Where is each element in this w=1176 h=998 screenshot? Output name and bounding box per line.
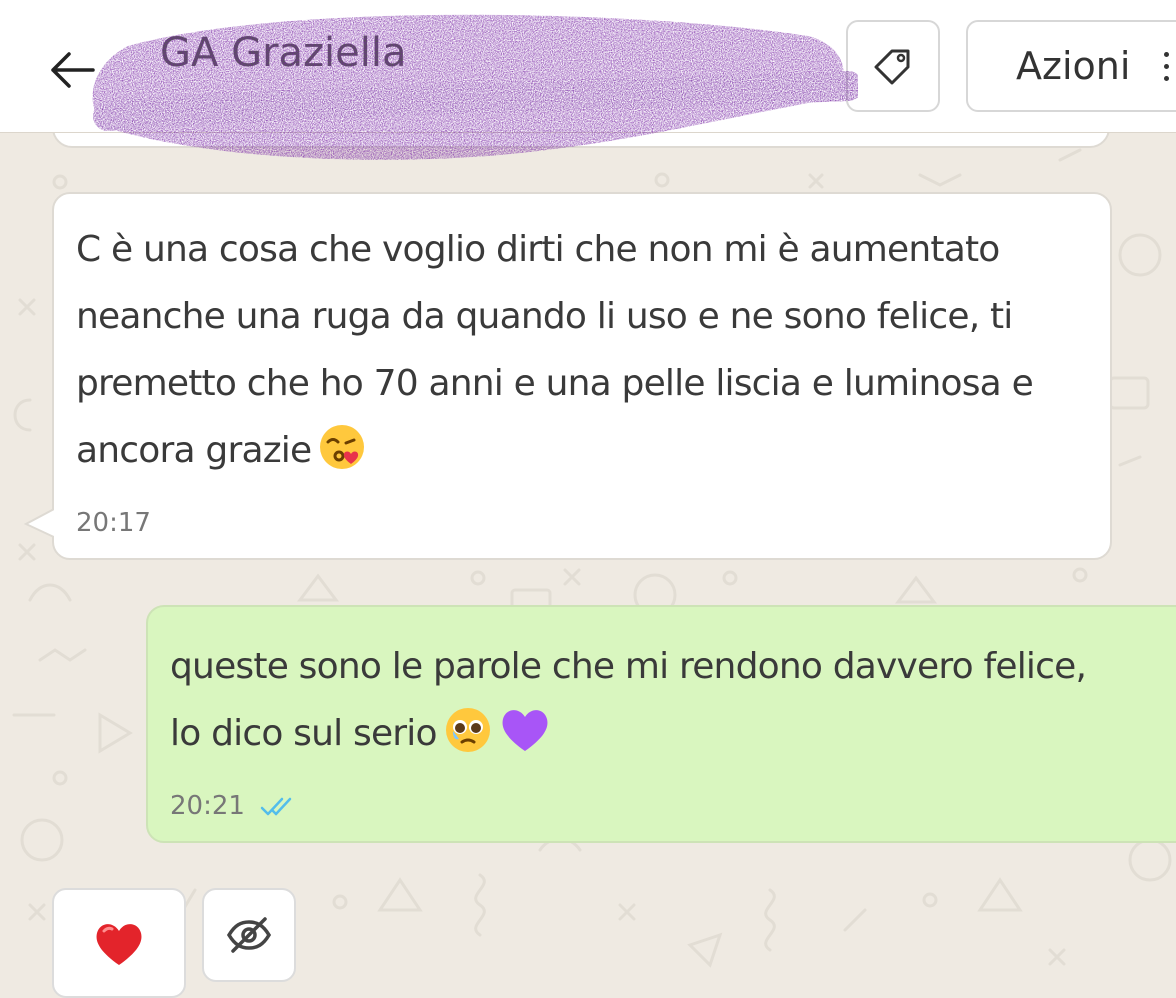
double-check-icon xyxy=(260,797,292,816)
back-button[interactable] xyxy=(42,40,102,100)
arrow-left-icon xyxy=(51,52,95,88)
red-heart-icon xyxy=(96,924,142,965)
kebab-menu-icon xyxy=(1164,52,1170,88)
outgoing-message-time: 20:21 xyxy=(170,791,245,821)
face-blowing-kiss-emoji xyxy=(317,422,367,494)
eye-off-icon xyxy=(226,917,272,953)
incoming-message-time: 20:17 xyxy=(76,508,151,538)
incoming-message-text: C è una cosa che voglio dirti che non mi… xyxy=(76,216,1096,494)
hide-button[interactable] xyxy=(202,888,296,982)
contact-name[interactable]: GA Graziella xyxy=(160,30,406,76)
heart-reaction-button[interactable] xyxy=(52,888,186,998)
tag-icon xyxy=(874,49,910,85)
chat-header: GA Graziella Azioni xyxy=(0,0,1176,133)
actions-label: Azioni xyxy=(1016,44,1131,88)
actions-button[interactable]: Azioni xyxy=(966,20,1176,112)
tag-button[interactable] xyxy=(846,20,940,112)
bubble-tail xyxy=(24,506,58,540)
outgoing-message-bubble[interactable]: queste sono le parole che mi rendono dav… xyxy=(146,605,1176,843)
incoming-message-bubble[interactable]: C è una cosa che voglio dirti che non mi… xyxy=(24,192,1112,560)
purple-heart-emoji xyxy=(499,705,551,777)
pleading-face-emoji xyxy=(443,705,493,777)
outgoing-message-text: queste sono le parole che mi rendono dav… xyxy=(170,633,1176,777)
